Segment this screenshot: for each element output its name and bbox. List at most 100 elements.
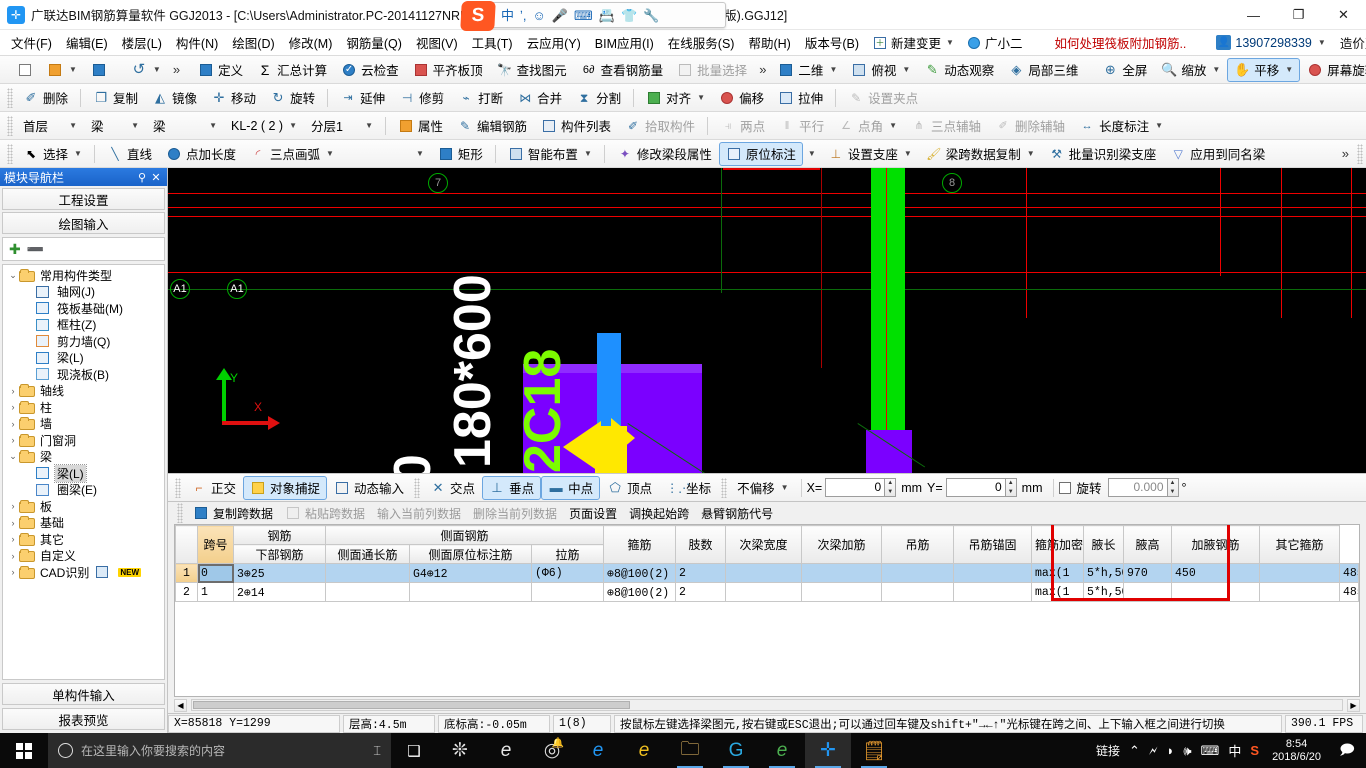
- table-cell[interactable]: 1: [197, 582, 234, 602]
- sub-column-header[interactable]: 拉筋: [530, 544, 605, 564]
- menu-online-service[interactable]: 在线服务(S): [661, 30, 742, 55]
- new-file-button[interactable]: [10, 58, 40, 82]
- close-button[interactable]: ✕: [1321, 0, 1366, 30]
- chevron-right-icon[interactable]: ›: [7, 386, 19, 396]
- rotate-input[interactable]: 0.000: [1107, 478, 1168, 497]
- component-tree[interactable]: ⌄ 常用构件类型 轴网(J) 筏板基础(M) 框柱(Z) 剪力墙(Q) 梁(L) 现浇板(B)…: [2, 264, 165, 680]
- menu-file[interactable]: 文件(F): [4, 30, 59, 55]
- find-element-button[interactable]: 🔭 查找图元: [490, 58, 574, 82]
- ie-icon[interactable]: e: [483, 733, 529, 768]
- tree-node-9[interactable]: › 墙: [3, 416, 164, 433]
- cad-drawing-canvas[interactable]: A1 A1 7 8 180*600 200*600 2C18 (2) (2) Y…: [168, 168, 1366, 473]
- chevron-right-icon[interactable]: ›: [7, 518, 19, 528]
- beam-element-green[interactable]: [871, 168, 905, 473]
- category-selector[interactable]: 梁 ▼: [84, 114, 146, 138]
- toolbar-grip[interactable]: [7, 87, 13, 108]
- three-point-arc-button[interactable]: ◜ 三点画弧 ▼: [243, 142, 341, 166]
- chevron-right-icon[interactable]: ›: [7, 534, 19, 544]
- toolbar-grip[interactable]: [177, 503, 183, 523]
- snap-perpendicular-toggle[interactable]: ⊥ 垂点: [482, 475, 542, 500]
- table-cell[interactable]: [409, 582, 532, 602]
- sub-column-header[interactable]: 下部钢筋: [233, 544, 326, 564]
- align-button[interactable]: 对齐 ▼: [639, 86, 712, 110]
- tree-node-6[interactable]: 现浇板(B): [3, 366, 164, 383]
- column-header[interactable]: 次梁宽度: [725, 525, 803, 564]
- column-header[interactable]: 肢数: [675, 525, 727, 564]
- snap-intersection-toggle[interactable]: ✕ 交点: [423, 476, 482, 500]
- menu-rebar[interactable]: 钢筋量(Q): [339, 30, 409, 55]
- beam-span-copy-button[interactable]: 🖌 梁跨数据复制 ▼: [919, 142, 1042, 166]
- menu-bim[interactable]: BIM应用(I): [588, 30, 661, 55]
- tree-node-4[interactable]: 剪力墙(Q): [3, 333, 164, 350]
- tree-node-0[interactable]: ⌄ 常用构件类型: [3, 267, 164, 284]
- toolbar-grip[interactable]: [175, 477, 181, 498]
- copy-button[interactable]: ❐ 复制: [86, 86, 145, 110]
- account-area[interactable]: 👤 13907298339 ▼ 造价豆:0 🔔: [1216, 33, 1366, 52]
- scroll-left-button[interactable]: ◀: [174, 698, 187, 712]
- set-grip-button[interactable]: ✎ 设置夹点: [841, 86, 925, 110]
- menu-modify[interactable]: 修改(M): [282, 30, 340, 55]
- table-cell[interactable]: 0: [197, 563, 234, 583]
- zoom-button[interactable]: 🔍 缩放 ▼: [1154, 58, 1227, 82]
- rectangle-tool-button[interactable]: 矩形: [431, 142, 490, 166]
- menu-view[interactable]: 视图(V): [409, 30, 465, 55]
- onedrive-icon[interactable]: ❊: [437, 733, 483, 768]
- toolbar-grip[interactable]: [721, 477, 728, 498]
- table-cell[interactable]: [801, 563, 883, 583]
- spiral-icon[interactable]: ◎ 🔔: [529, 733, 575, 768]
- table-cell[interactable]: [325, 563, 410, 583]
- paste-span-data-button[interactable]: 粘贴跨数据: [280, 503, 370, 524]
- horizontal-scrollbar[interactable]: [191, 699, 1343, 711]
- stretch-button[interactable]: 拉伸: [771, 86, 830, 110]
- x-offset-input[interactable]: 0: [825, 478, 886, 497]
- object-snap-toggle[interactable]: 对象捕捉: [243, 475, 328, 500]
- tree-node-16[interactable]: › 其它: [3, 531, 164, 548]
- define-button[interactable]: 定义: [191, 58, 250, 82]
- tree-node-18[interactable]: › CAD识别 NEW: [3, 564, 164, 581]
- chevron-right-icon[interactable]: ›: [7, 419, 19, 429]
- column-header[interactable]: 跨号: [197, 525, 234, 564]
- in-situ-dropdown-arrow[interactable]: ▼: [808, 149, 816, 158]
- chevron-down-icon[interactable]: ⌄: [7, 270, 19, 281]
- taskbar-clock[interactable]: 8:54 2018/6/20: [1268, 738, 1325, 764]
- line-tool-button[interactable]: ╲ 直线: [100, 142, 159, 166]
- notification-icon[interactable]: 🗩: [1334, 733, 1360, 768]
- column-header[interactable]: 次梁加筋: [801, 525, 883, 564]
- ime-toolbar[interactable]: S 中 ʼ, ☺ 🎤 ⌨ 📇 👕 🔧: [460, 1, 726, 31]
- chevron-right-icon[interactable]: ›: [7, 435, 19, 445]
- merge-button[interactable]: ⋈ 合并: [510, 86, 569, 110]
- chevron-down-icon[interactable]: ▼: [1318, 38, 1326, 47]
- tree-node-8[interactable]: › 柱: [3, 399, 164, 416]
- chevron-right-icon[interactable]: ›: [7, 551, 19, 561]
- trim-button[interactable]: ⊣ 修剪: [392, 86, 451, 110]
- table-cell[interactable]: [953, 563, 1033, 583]
- undo-button[interactable]: ↺ ▼: [124, 58, 168, 82]
- properties-button[interactable]: 属性: [391, 114, 450, 138]
- grid-scroll-area[interactable]: 跨号钢筋侧面钢筋箍筋肢数次梁宽度次梁加筋吊筋吊筋锚固箍筋加密长度腋长腋高加腋钢筋…: [174, 524, 1360, 697]
- move-button[interactable]: ✛ 移动: [204, 86, 263, 110]
- table-cell[interactable]: 2: [675, 563, 727, 583]
- in-situ-annotation-button[interactable]: 原位标注: [718, 141, 803, 166]
- rotate-button[interactable]: ↻ 旋转: [263, 86, 322, 110]
- menu-member[interactable]: 构件(N): [169, 30, 225, 55]
- flush-slab-top-button[interactable]: 平齐板顶: [406, 58, 490, 82]
- ime-emoji-icon[interactable]: ☺: [533, 9, 546, 22]
- smart-layout-button[interactable]: 智能布置 ▼: [501, 142, 599, 166]
- tree-node-1[interactable]: 轴网(J): [3, 284, 164, 301]
- table-cell[interactable]: [801, 582, 883, 602]
- tree-node-11[interactable]: ⌄ 梁: [3, 449, 164, 466]
- tree-node-13[interactable]: 圈梁(E): [3, 482, 164, 499]
- axis-bubble[interactable]: A1: [170, 279, 190, 299]
- ime-keyboard-icon[interactable]: ⌨: [574, 9, 593, 22]
- tray-link-label[interactable]: 链接: [1096, 742, 1120, 759]
- calculate-button[interactable]: Σ 汇总计算: [250, 58, 334, 82]
- browser-e-icon[interactable]: e: [759, 733, 805, 768]
- sub-column-header[interactable]: 侧面原位标注筋: [409, 544, 532, 564]
- page-setup-button[interactable]: 页面设置: [564, 503, 622, 524]
- view-2d-button[interactable]: 二维 ▼: [771, 58, 844, 82]
- pan-button[interactable]: ✋ 平移 ▼: [1227, 57, 1301, 82]
- extend-button[interactable]: ⇥ 延伸: [333, 86, 392, 110]
- member-selector[interactable]: KL-2 ( 2 ) ▼: [224, 114, 304, 138]
- minimize-button[interactable]: —: [1231, 0, 1276, 30]
- report-preview-button[interactable]: 报表预览: [2, 708, 165, 730]
